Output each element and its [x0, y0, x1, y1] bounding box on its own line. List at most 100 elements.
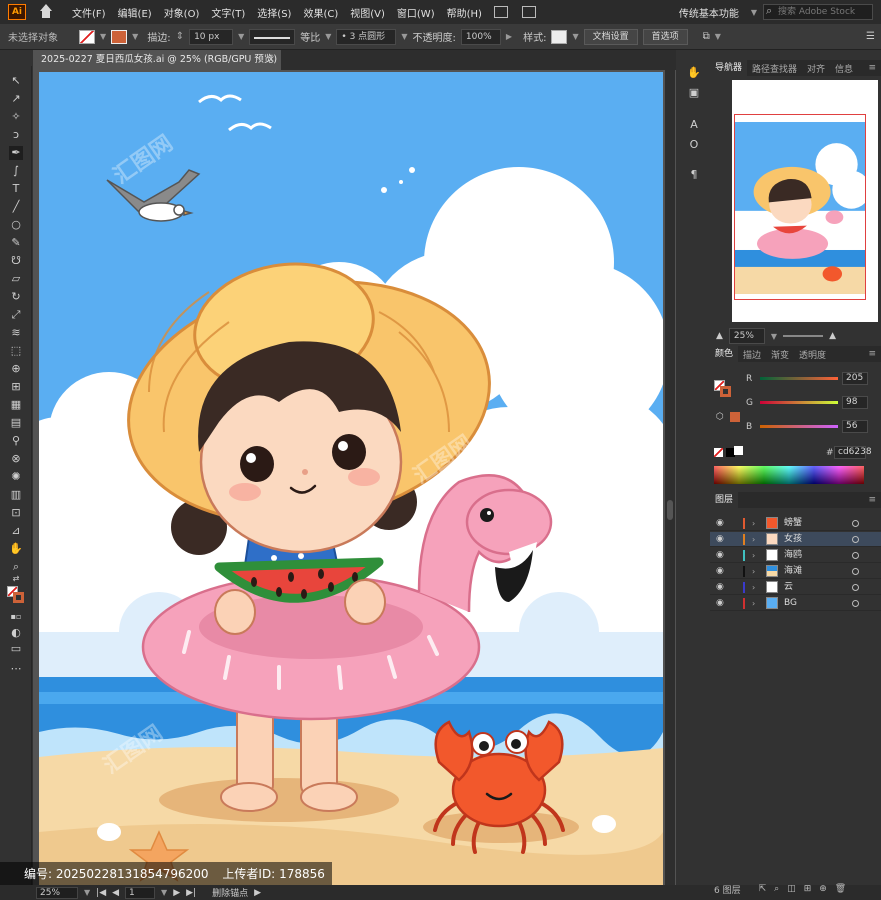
layer-row[interactable]: ◉ › 海滩	[710, 564, 881, 579]
menu-select[interactable]: 选择(S)	[251, 5, 297, 20]
layer-name[interactable]: 螃蟹	[784, 516, 802, 531]
hex-value[interactable]: cd6238	[834, 446, 872, 459]
red-value[interactable]: 205	[842, 372, 868, 385]
line-tool-icon[interactable]: ╱	[9, 200, 23, 214]
ellipse-tool-icon[interactable]: ○	[9, 218, 23, 232]
stroke-weight-field[interactable]: 10 px	[189, 28, 234, 45]
layer-name[interactable]: 海鸥	[784, 548, 802, 563]
mesh-tool-icon[interactable]: ▦	[9, 398, 23, 412]
menu-type[interactable]: 文字(T)	[205, 5, 251, 20]
fill-stroke-selector[interactable]	[714, 380, 732, 398]
magic-wand-icon[interactable]: ✧	[9, 110, 23, 124]
stroke-profile[interactable]: 等比	[300, 29, 320, 44]
expand-arrow-icon[interactable]: ›	[752, 532, 755, 547]
panel-menu-icon[interactable]: ☰	[866, 31, 875, 42]
visibility-eye-icon[interactable]: ◉	[716, 564, 724, 579]
visibility-eye-icon[interactable]: ◉	[716, 580, 724, 595]
lasso-icon[interactable]: ↄ	[9, 128, 23, 142]
scale-tool-icon[interactable]: ⤢	[9, 308, 23, 322]
brush-panel-icon[interactable]: ✋	[687, 66, 701, 80]
graphic-style-swatch[interactable]	[551, 29, 568, 44]
free-transform-icon[interactable]: ⬚	[9, 344, 23, 358]
chevron-down-icon[interactable]: ▼	[161, 888, 167, 897]
rotate-tool-icon[interactable]: ↻	[9, 290, 23, 304]
graph-tool-icon[interactable]: ▥	[9, 488, 23, 502]
eraser-icon[interactable]: ▱	[9, 272, 23, 286]
document-setup-button[interactable]: 文档设置	[583, 28, 638, 45]
expand-arrow-icon[interactable]: ›	[752, 516, 755, 531]
layer-target-icon[interactable]	[852, 600, 859, 607]
document-tab[interactable]: 2025-0227 夏日西瓜女孩.ai @ 25% (RGB/GPU 预览) ×	[33, 50, 281, 70]
page-field[interactable]: 1	[125, 886, 156, 899]
blue-slider[interactable]: B 56	[746, 420, 868, 433]
zoom-slider-track[interactable]	[783, 335, 824, 337]
menu-edit[interactable]: 编辑(E)	[112, 5, 158, 20]
prev-page-icon[interactable]: ◀	[112, 888, 119, 898]
symbol-sprayer-icon[interactable]: ✺	[9, 470, 23, 484]
layer-target-icon[interactable]	[852, 520, 859, 527]
direct-selection-tool-icon[interactable]: ↗	[9, 92, 23, 106]
expand-arrow-icon[interactable]: ›	[752, 564, 755, 579]
artboard-tool-icon[interactable]: ⊡	[9, 506, 23, 520]
green-value[interactable]: 98	[842, 396, 868, 409]
color-mode-icon[interactable]: ▪▫	[9, 610, 23, 624]
menu-window[interactable]: 窗口(W)	[391, 5, 441, 20]
warp-tool-icon[interactable]: ≋	[9, 326, 23, 340]
chevron-down-icon[interactable]: ▼	[715, 32, 721, 41]
search-icon[interactable]: ⌕	[774, 884, 779, 894]
stroke-color-swatch[interactable]	[720, 386, 731, 397]
clipping-mask-icon[interactable]: ◫	[787, 884, 796, 894]
layer-name[interactable]: 海滩	[784, 564, 802, 579]
color-spectrum[interactable]	[714, 466, 864, 484]
expand-arrow-icon[interactable]: ›	[752, 548, 755, 563]
navigator-preview[interactable]	[732, 80, 878, 322]
closest-color-swatch[interactable]	[730, 412, 740, 422]
tab-transparency[interactable]: 透明度	[794, 348, 831, 361]
workspace-switcher[interactable]: 传统基本功能	[673, 5, 745, 20]
tab-navigator[interactable]: 导航器	[710, 60, 748, 76]
tab-stroke[interactable]: 描边	[738, 348, 766, 361]
white-swatch[interactable]	[734, 446, 743, 455]
libraries-icon[interactable]: ▣	[687, 86, 701, 100]
new-layer-icon[interactable]: ⊕	[819, 884, 827, 894]
panel-menu-icon[interactable]: ≡	[863, 495, 881, 505]
screen-mode-icon[interactable]: ▭	[9, 642, 23, 656]
chevron-down-icon[interactable]: ▼	[100, 32, 106, 41]
visibility-eye-icon[interactable]: ◉	[716, 548, 724, 563]
arrange-icon[interactable]: ⧉	[703, 31, 710, 42]
last-page-icon[interactable]: ▶|	[186, 888, 196, 898]
zoom-out-icon[interactable]: ▲	[716, 331, 723, 341]
chevron-down-icon[interactable]: ▼	[751, 8, 757, 17]
chevron-right-icon[interactable]: ▶	[254, 888, 261, 898]
layer-row[interactable]: ◉ › 螃蟹	[710, 516, 881, 531]
brush-definition[interactable]: • 3 点圆形	[336, 28, 397, 45]
layer-target-icon[interactable]	[852, 584, 859, 591]
gradient-tool-icon[interactable]: ▤	[9, 416, 23, 430]
none-swatch[interactable]	[714, 448, 723, 457]
layer-row[interactable]: ◉ › 海鸥	[710, 548, 881, 563]
layer-name[interactable]: 云	[784, 580, 793, 595]
paintbrush-icon[interactable]: ✎	[9, 236, 23, 250]
curvature-tool-icon[interactable]: ∫	[9, 164, 23, 178]
visibility-eye-icon[interactable]: ◉	[716, 532, 724, 547]
perspective-grid-icon[interactable]: ⊞	[9, 380, 23, 394]
panel-menu-icon[interactable]: ≡	[863, 63, 881, 73]
stepper-icon[interactable]: ⇕	[176, 31, 184, 42]
navigator-zoom-field[interactable]: 25%	[728, 328, 765, 344]
type-tool-icon[interactable]: T	[9, 182, 23, 196]
shape-builder-icon[interactable]: ⊕	[9, 362, 23, 376]
chevron-down-icon[interactable]: ▼	[84, 888, 90, 897]
visibility-eye-icon[interactable]: ◉	[716, 516, 724, 531]
drawing-mode-icon[interactable]: ◐	[9, 626, 23, 640]
tab-align[interactable]: 对齐	[802, 62, 830, 75]
layer-row[interactable]: ◉ › BG	[710, 596, 881, 611]
layer-name[interactable]: 女孩	[784, 532, 802, 547]
new-sublayer-icon[interactable]: ⊞	[804, 884, 812, 894]
preferences-button[interactable]: 首选项	[642, 28, 688, 45]
stroke-profile-preview[interactable]	[249, 28, 296, 45]
home-icon[interactable]	[38, 4, 54, 20]
blue-value[interactable]: 56	[842, 420, 868, 433]
stroke-label[interactable]: 描边:	[147, 29, 170, 44]
layer-target-icon[interactable]	[852, 568, 859, 575]
layer-target-icon[interactable]	[852, 536, 859, 543]
